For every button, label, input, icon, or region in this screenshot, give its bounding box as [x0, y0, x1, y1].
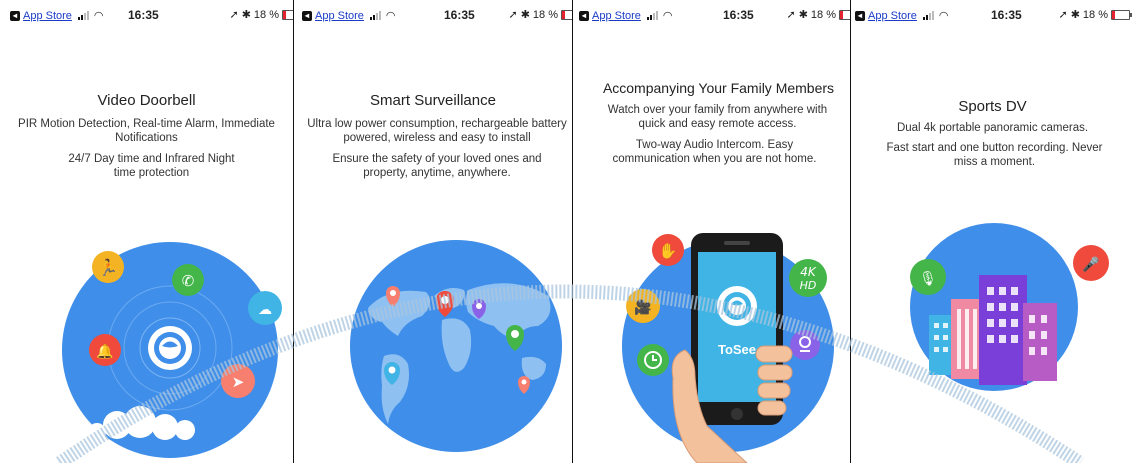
svg-text:🔔: 🔔: [96, 343, 113, 360]
battery-percent: 18 %: [1082, 8, 1108, 21]
video-camera-icon: 🎥: [626, 289, 660, 323]
world-map-illustration: [350, 240, 562, 452]
svg-text:🎙: 🎙: [919, 270, 937, 287]
signal-icon: [646, 11, 658, 20]
feature-description: PIR Motion Detection, Real-time Alarm, I…: [18, 118, 275, 144]
status-bar: ◂ App Store ◠ 16:35 ➚ ✱ 18 %: [851, 0, 1134, 30]
location-arrow-icon: ➚: [1058, 9, 1068, 21]
feature-description: Watch over your family from anywhere wit…: [607, 104, 828, 130]
feature-description-secondary: 24/7 Day time and Infrared Night time pr…: [68, 153, 235, 179]
doorbell-illustration: 🏃 ✆ ☁ 🔔 ➤: [62, 242, 282, 458]
svg-text:✆: ✆: [182, 272, 195, 290]
running-person-icon: 🏃: [92, 251, 124, 283]
svg-text:➤: ➤: [232, 373, 245, 391]
onboarding-screen-smart-surveillance[interactable]: ◂ App Store ◠ 16:35 ➚ ✱ 18 % Smart Surve…: [293, 0, 572, 463]
back-app-link[interactable]: App Store: [23, 10, 72, 22]
onboarding-screen-family-members[interactable]: ◂ App Store ◠ 16:35 ➚ ✱ 18 % Accompanyin…: [572, 0, 850, 463]
alarm-bell-icon: 🔔: [89, 334, 121, 366]
status-bar: ◂ App Store ◠ 16:35 ➚ ✱ 18 %: [573, 0, 850, 30]
feature-description: Dual 4k portable panoramic cameras.: [896, 122, 1089, 134]
status-time: 16:35: [444, 8, 475, 22]
svg-text:☁: ☁: [258, 302, 272, 318]
battery-percent: 18 %: [532, 8, 558, 21]
cloud-icon: ☁: [248, 291, 282, 325]
svg-text:🏃: 🏃: [98, 258, 118, 277]
wifi-icon: ◠: [662, 10, 673, 22]
onboarding-screen-sports-dv[interactable]: ◂ App Store ◠ 16:35 ➚ ✱ 18 % Sports DV D…: [850, 0, 1134, 463]
bluetooth-icon: ✱: [1070, 9, 1080, 21]
location-arrow-icon: ➚: [508, 9, 518, 21]
page-title: Video Doorbell: [97, 92, 196, 109]
stop-hand-icon: ✋: [652, 234, 684, 266]
microphone-icon: 🎤: [1073, 245, 1109, 281]
badge-4k-text: 4K: [800, 265, 817, 279]
feature-description: Ultra low power consumption, rechargeabl…: [307, 118, 567, 144]
location-arrow-icon: ➚: [229, 9, 239, 21]
svg-text:🎥: 🎥: [634, 299, 651, 316]
status-time: 16:35: [991, 8, 1022, 22]
4k-hd-badge: 4K HD: [789, 259, 827, 297]
wifi-icon: ◠: [385, 10, 396, 22]
back-app-link[interactable]: App Store: [315, 10, 364, 22]
bluetooth-icon: ✱: [241, 9, 251, 21]
badge-hd-text: HD: [800, 279, 817, 292]
feature-description-secondary: Ensure the safety of your loved ones and…: [332, 153, 542, 179]
feature-description-secondary: Fast start and one button recording. Nev…: [886, 142, 1103, 168]
status-time: 16:35: [128, 8, 159, 22]
page-title: Smart Surveillance: [370, 92, 496, 109]
battery-icon: [1111, 9, 1132, 20]
svg-text:✋: ✋: [659, 242, 678, 260]
signal-icon: [369, 11, 381, 20]
back-app-link[interactable]: App Store: [868, 10, 917, 22]
clock-icon: [637, 344, 669, 376]
signal-icon: [77, 11, 89, 20]
feature-description-secondary: Two-way Audio Intercom. Easy communicati…: [612, 139, 817, 165]
battery-percent: 18 %: [810, 8, 836, 21]
doorbell-button-icon: [148, 326, 192, 370]
page-title: Sports DV: [958, 98, 1027, 115]
battery-icon: [561, 9, 572, 20]
page-title: Accompanying Your Family Members: [602, 80, 835, 96]
phone-call-icon: ✆: [172, 264, 204, 296]
status-bar: ◂ App Store ◠ 16:35 ➚ ✱ 18 %: [0, 0, 293, 30]
send-icon: ➤: [221, 364, 255, 398]
back-arrow-icon[interactable]: ◂: [855, 10, 865, 21]
onboarding-screen-video-doorbell[interactable]: ◂ App Store ◠ 16:35 ➚ ✱ 18 % Video Doorb…: [0, 0, 293, 463]
svg-text:🎤: 🎤: [1082, 255, 1100, 273]
webcam-icon: [790, 330, 820, 360]
status-time: 16:35: [723, 8, 754, 22]
signal-icon: [922, 11, 934, 20]
microphone-icon: 🎙: [910, 259, 946, 295]
sports-dv-illustration: 🎙 🎤: [910, 223, 1109, 391]
phone-brand-text: ToSee: [718, 342, 756, 357]
phone-illustration: ✋ 🎥 4K HD ToSee: [622, 233, 834, 463]
battery-icon: [839, 9, 850, 20]
back-arrow-icon[interactable]: ◂: [10, 10, 20, 21]
back-arrow-icon[interactable]: ◂: [579, 10, 589, 21]
status-bar: ◂ App Store ◠ 16:35 ➚ ✱ 18 %: [294, 0, 572, 30]
wifi-icon: ◠: [93, 10, 104, 22]
wifi-icon: ◠: [938, 10, 949, 22]
battery-percent: 18 %: [253, 8, 279, 21]
back-arrow-icon[interactable]: ◂: [302, 10, 312, 21]
bluetooth-icon: ✱: [520, 9, 530, 21]
location-arrow-icon: ➚: [786, 9, 796, 21]
back-app-link[interactable]: App Store: [592, 10, 641, 22]
battery-icon: [282, 9, 293, 20]
bluetooth-icon: ✱: [798, 9, 808, 21]
